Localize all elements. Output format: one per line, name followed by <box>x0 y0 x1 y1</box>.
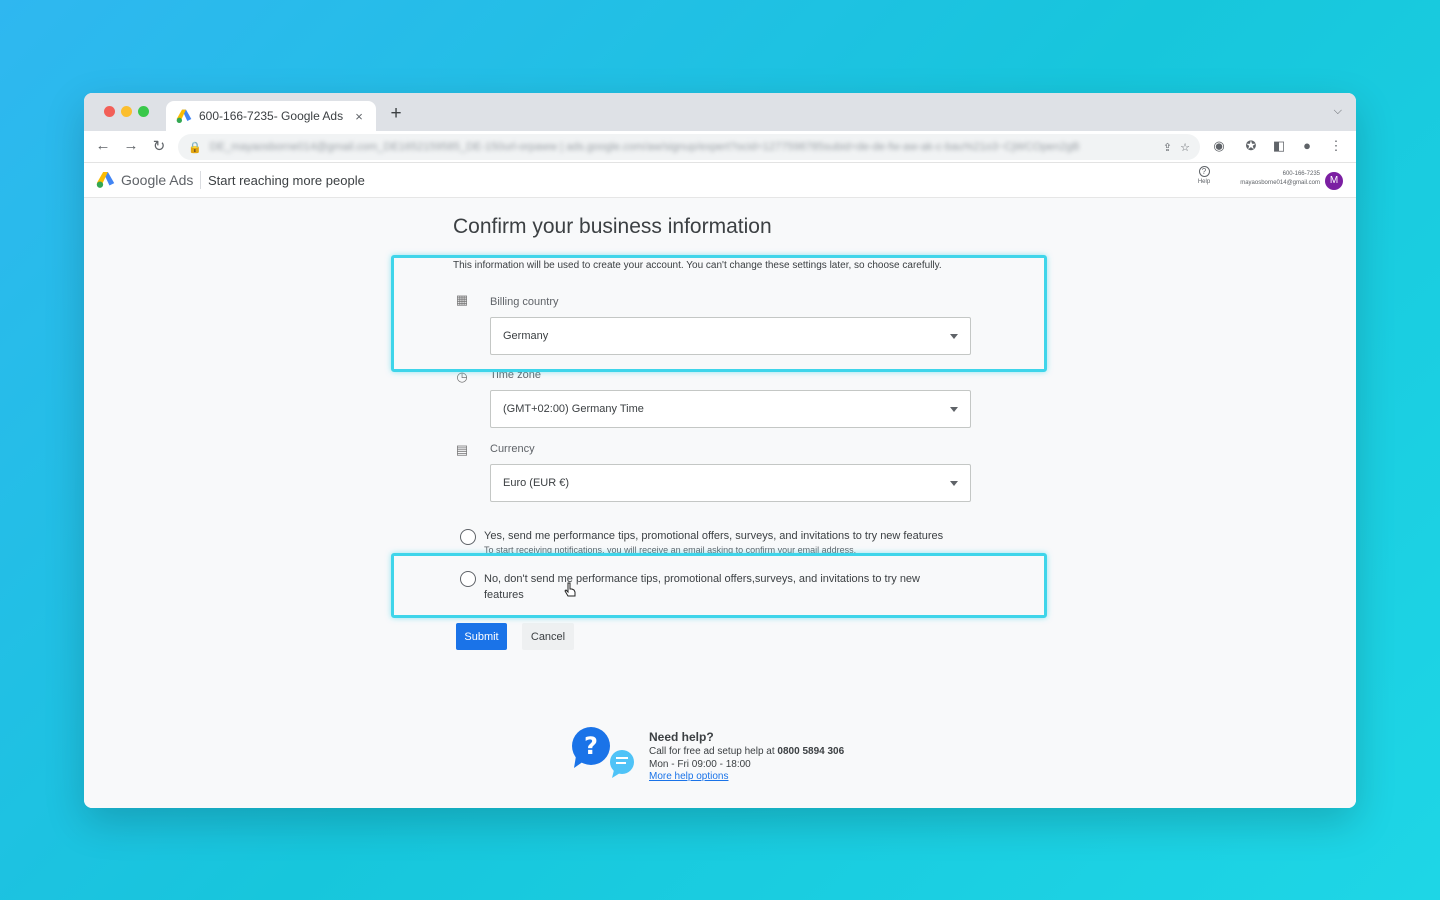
close-window-button[interactable] <box>104 106 115 117</box>
opt-in-sublabel: To start receiving notifications, you wi… <box>484 545 857 553</box>
currency-value: Euro (EUR €) <box>503 477 570 489</box>
brand-name: Google Ads <box>121 171 194 188</box>
header-divider <box>200 171 201 189</box>
page-content: Google Ads Start reaching more people ? … <box>84 163 1356 808</box>
help-call-text: Call for free ad setup help at <box>649 746 778 757</box>
minimize-window-button[interactable] <box>121 106 132 117</box>
browser-toolbar: ← → ↻ 🔒 DE_mayaosborne014@gmail.com_DE16… <box>84 131 1356 163</box>
tab-search-chevron-icon[interactable]: ⌵ <box>1334 105 1342 118</box>
browser-window: 600-166-7235- Google Ads × + ⌵ ← → ↻ 🔒 D… <box>84 93 1356 808</box>
tab-strip: 600-166-7235- Google Ads × + ⌵ <box>84 93 1356 131</box>
google-ads-logo-icon <box>96 171 115 188</box>
cancel-button[interactable]: Cancel <box>522 623 574 650</box>
opt-in-label: Yes, send me performance tips, promotion… <box>484 530 944 542</box>
time-zone-select[interactable]: (GMT+02:00) Germany Time <box>490 390 971 428</box>
opt-out-highlight-box <box>391 553 1047 618</box>
svg-text:?: ? <box>584 732 598 760</box>
page-title: Confirm your business information <box>453 215 772 238</box>
address-bar[interactable]: 🔒 DE_mayaosborne014@gmail.com_DE16521595… <box>178 134 1200 160</box>
account-email: mayaosborne014@gmail.com <box>1240 180 1320 186</box>
account-info: 600-166-7235 mayaosborne014@gmail.com <box>1220 170 1320 188</box>
maximize-window-button[interactable] <box>138 106 149 117</box>
avatar[interactable]: M <box>1325 172 1343 190</box>
share-icon[interactable]: ⇪ <box>1163 141 1172 154</box>
help-icon: ? <box>1198 166 1210 177</box>
window-controls <box>104 106 149 117</box>
time-zone-value: (GMT+02:00) Germany Time <box>503 403 644 415</box>
opt-in-radio[interactable] <box>460 529 476 545</box>
bookmark-star-icon[interactable]: ☆ <box>1180 141 1190 154</box>
side-panel-icon[interactable]: ◧ <box>1270 138 1288 154</box>
extensions-puzzle-icon[interactable]: ✪ <box>1242 138 1260 154</box>
help-heading: Need help? <box>649 730 714 744</box>
help-chat-icon: ? <box>572 727 634 778</box>
help-label: Help <box>1197 179 1211 185</box>
help-call-line: Call for free ad setup help at 0800 5894… <box>649 746 844 757</box>
tab-title: 600-166-7235- Google Ads <box>199 109 344 123</box>
tab-close-icon[interactable]: × <box>352 109 366 124</box>
extension-cookie-icon[interactable]: ◉ <box>1210 138 1228 154</box>
submit-button[interactable]: Submit <box>456 623 507 650</box>
dropdown-arrow-icon <box>950 406 958 412</box>
help-phone: 0800 5894 306 <box>777 746 845 757</box>
billing-highlight-box <box>391 255 1047 372</box>
browser-tab[interactable]: 600-166-7235- Google Ads × <box>166 101 376 131</box>
dropdown-arrow-icon <box>950 480 958 486</box>
new-tab-button[interactable]: + <box>386 103 406 125</box>
forward-arrow-icon[interactable]: → <box>122 137 140 154</box>
google-ads-logo[interactable]: Google Ads <box>96 171 193 188</box>
currency-label: Currency <box>490 443 535 455</box>
url-text: DE_mayaosborne014@gmail.com_DE1652159585… <box>209 141 1080 153</box>
lock-icon: 🔒 <box>188 141 202 154</box>
app-header: Google Ads Start reaching more people ? … <box>84 163 1356 198</box>
account-id: 600-166-7235 <box>1282 171 1320 177</box>
help-hours: Mon - Fri 09:00 - 18:00 <box>649 759 751 770</box>
header-tagline: Start reaching more people <box>208 173 365 188</box>
back-arrow-icon[interactable]: ← <box>94 137 112 154</box>
currency-icon: ▤ <box>455 442 469 457</box>
profile-icon[interactable]: ● <box>1298 138 1316 153</box>
reload-icon[interactable]: ↻ <box>150 137 168 155</box>
help-button[interactable]: ? Help <box>1194 166 1214 185</box>
help-section: ? Need help? Call for free ad setup help… <box>570 726 870 786</box>
google-ads-favicon-icon <box>176 109 192 123</box>
more-help-link[interactable]: More help options <box>649 771 729 782</box>
hand-cursor-icon <box>564 582 576 597</box>
browser-menu-icon[interactable]: ⋮ <box>1327 138 1345 154</box>
currency-select[interactable]: Euro (EUR €) <box>490 464 971 502</box>
